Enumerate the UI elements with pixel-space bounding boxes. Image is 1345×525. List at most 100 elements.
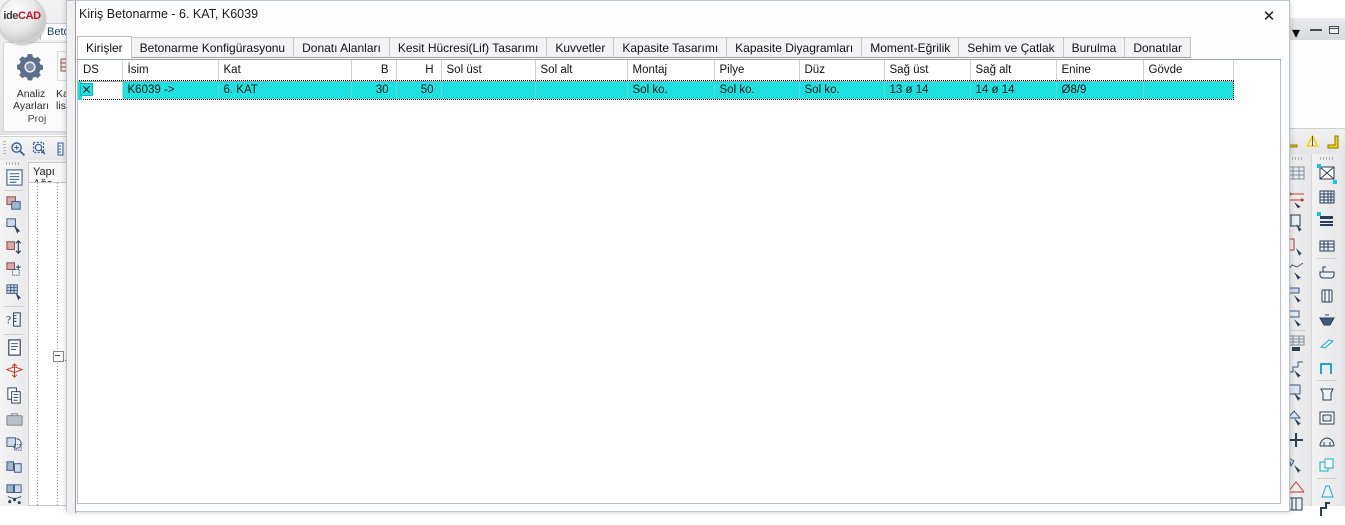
ribbon-group-proje: Analiz Ayarları Ka list Proj	[3, 42, 85, 132]
query-measure-icon[interactable]: ?	[5, 310, 24, 329]
cell-ds[interactable]	[78, 81, 123, 100]
dialog-tab-bar: Kirişler Betonarme Konfigürasyonu Donatı A…	[77, 36, 1281, 60]
toolbar-grip[interactable]	[3, 141, 6, 156]
cell-kat[interactable]: 6. KAT	[218, 81, 352, 99]
rotate-object-icon[interactable]	[5, 434, 24, 453]
kirisler-grid[interactable]: DS İsim Kat B H Sol üst Sol alt Montaj Pilye Düz S…	[77, 60, 1281, 504]
tab-burulma[interactable]: Burulma	[1062, 37, 1126, 58]
gear-icon[interactable]	[14, 51, 46, 83]
tab-kesit-h-cresi-lif-tasar-m[interactable]: Kesit Hücresi(Lif) Tasarımı	[388, 37, 548, 58]
dialog-left-scrollbar[interactable]	[67, 1, 76, 513]
svg-text:?: ?	[6, 314, 11, 326]
cell-b[interactable]: 30	[351, 81, 397, 99]
close-icon[interactable]: ✕	[1255, 5, 1283, 27]
tab-moment-e-rilik[interactable]: Moment-Eğrilik	[861, 37, 960, 58]
door-icon[interactable]	[1317, 334, 1337, 354]
tab-kiri-ler[interactable]: Kirişler	[77, 36, 132, 59]
column-header-solust[interactable]: Sol üst	[441, 60, 536, 82]
shower-icon[interactable]	[1317, 286, 1337, 306]
sink-icon[interactable]	[1317, 310, 1337, 330]
chimney-icon[interactable]	[1317, 384, 1337, 404]
select-object-icon[interactable]	[5, 216, 24, 235]
column-header-ds[interactable]: DS	[78, 60, 123, 82]
tab-kapasite-tasar-m[interactable]: Kapasite Tasarımı	[613, 37, 728, 58]
cell-pilye[interactable]: Sol ko.	[714, 81, 800, 99]
briefcase-icon[interactable]	[5, 410, 24, 429]
ribbon-button-label-line2: Ayarları	[13, 100, 49, 112]
restore-icon[interactable]	[1328, 23, 1340, 35]
cell-duz[interactable]: Sol ko.	[799, 81, 885, 99]
cell-solalt[interactable]	[535, 81, 628, 99]
kiris-betonarme-dialog[interactable]: Kiriş Betonarme - 6. KAT, K6039 ✕ Kirişl…	[66, 0, 1290, 513]
tab-donat-alanlar[interactable]: Donatı Alanları	[293, 37, 390, 58]
column-header-govde[interactable]: Gövde	[1143, 60, 1234, 82]
hatch-icon[interactable]	[1317, 164, 1337, 184]
toolbar-separator	[4, 306, 23, 307]
column-header-sagalt[interactable]: Sağ alt	[970, 60, 1057, 82]
tree-expander-icon[interactable]	[53, 351, 64, 362]
cell-montaj[interactable]: Sol ko.	[627, 81, 715, 99]
duplicate-icon[interactable]	[5, 386, 24, 405]
window-icon[interactable]	[1317, 358, 1337, 378]
cell-sagalt[interactable]: 14 ø 14	[970, 81, 1057, 99]
beam-table: DS İsim Kat B H Sol üst Sol alt Montaj Pilye Düz S…	[78, 60, 1234, 100]
ribbon-group-label: Proj	[27, 113, 47, 125]
column-header-solalt[interactable]: Sol alt	[535, 60, 628, 82]
zoom-select-icon[interactable]	[32, 141, 48, 157]
column-header-sagust[interactable]: Sağ üst	[884, 60, 971, 82]
app-logo-label: ideCAD	[3, 10, 41, 22]
shape-overlap-icon[interactable]	[1317, 456, 1337, 476]
cell-isim[interactable]: K6039 ->	[122, 81, 219, 99]
column-header-enine[interactable]: Enine	[1056, 60, 1144, 82]
mirror-object-icon[interactable]	[5, 458, 24, 477]
add-object-icon[interactable]	[5, 260, 24, 279]
report-icon[interactable]	[5, 338, 24, 357]
ribbon-button-analiz-ayarlari[interactable]: Analiz Ayarları	[6, 88, 56, 112]
column-header-duz[interactable]: Düz	[799, 60, 885, 82]
table-body: K6039 -> 6. KAT 30 50 Sol ko. Sol ko. Sol ko. 1…	[78, 80, 1234, 100]
move-object-icon[interactable]	[5, 238, 24, 257]
toolbar-grip[interactable]	[1320, 157, 1335, 160]
bridge-icon[interactable]	[1317, 432, 1337, 452]
left-vertical-toolbar: ?	[0, 160, 28, 506]
list-view-icon[interactable]	[5, 168, 24, 187]
tab-betonarme-konfig-rasyonu[interactable]: Betonarme Konfigürasyonu	[130, 37, 295, 58]
tab-kuvvetler[interactable]: Kuvvetler	[546, 37, 615, 58]
zoom-window-icon[interactable]	[10, 141, 26, 157]
step-icon[interactable]	[1317, 500, 1337, 520]
tree-guide-line	[37, 183, 38, 505]
tab-donat-lar[interactable]: Donatılar	[1124, 37, 1192, 58]
cell-govde[interactable]	[1143, 81, 1234, 99]
table-row[interactable]: K6039 -> 6. KAT 30 50 Sol ko. Sol ko. Sol ko. 1…	[78, 80, 1234, 100]
snap-perpendicular-icon[interactable]	[1304, 134, 1321, 150]
frame-icon[interactable]	[1317, 408, 1337, 428]
toolbar-grip[interactable]	[1289, 157, 1304, 160]
cell-enine[interactable]: Ø8/9	[1056, 81, 1144, 99]
column-header-isim[interactable]: İsim	[122, 60, 219, 82]
toolbar-grip[interactable]	[6, 162, 21, 165]
column-header-montaj[interactable]: Montaj	[627, 60, 715, 82]
cell-solust[interactable]	[441, 81, 536, 99]
bathtub-icon[interactable]	[1317, 262, 1337, 282]
trapezoid-icon[interactable]	[1317, 482, 1337, 502]
cell-h[interactable]: 50	[396, 81, 442, 99]
section-plane-icon[interactable]	[5, 362, 24, 381]
column-header-h[interactable]: H	[396, 60, 442, 82]
ds-checkbox-icon[interactable]	[80, 82, 93, 96]
column-header-b[interactable]: B	[351, 60, 397, 82]
tab-sehim-ve-atlak[interactable]: Sehim ve Çatlak	[958, 37, 1064, 58]
grid-select-icon[interactable]	[5, 282, 24, 301]
cell-sagust[interactable]: 13 ø 14	[884, 81, 971, 99]
snap-angle-icon[interactable]	[1325, 134, 1342, 150]
tree-guide-line	[57, 183, 58, 505]
mesh-icon[interactable]	[1317, 188, 1337, 208]
column-header-kat[interactable]: Kat	[218, 60, 352, 82]
canvas-right-area	[1288, 40, 1345, 128]
minimize-icon[interactable]	[1310, 29, 1322, 31]
column-header-pilye[interactable]: Pilye	[714, 60, 800, 82]
tab-kapasite-diyagramlar[interactable]: Kapasite Diyagramları	[726, 37, 863, 58]
layers-icon[interactable]	[1317, 212, 1337, 232]
chevron-down-icon[interactable]: ▾	[1292, 23, 1304, 42]
building-icon[interactable]	[1317, 236, 1337, 256]
copy-object-icon[interactable]	[5, 194, 24, 213]
